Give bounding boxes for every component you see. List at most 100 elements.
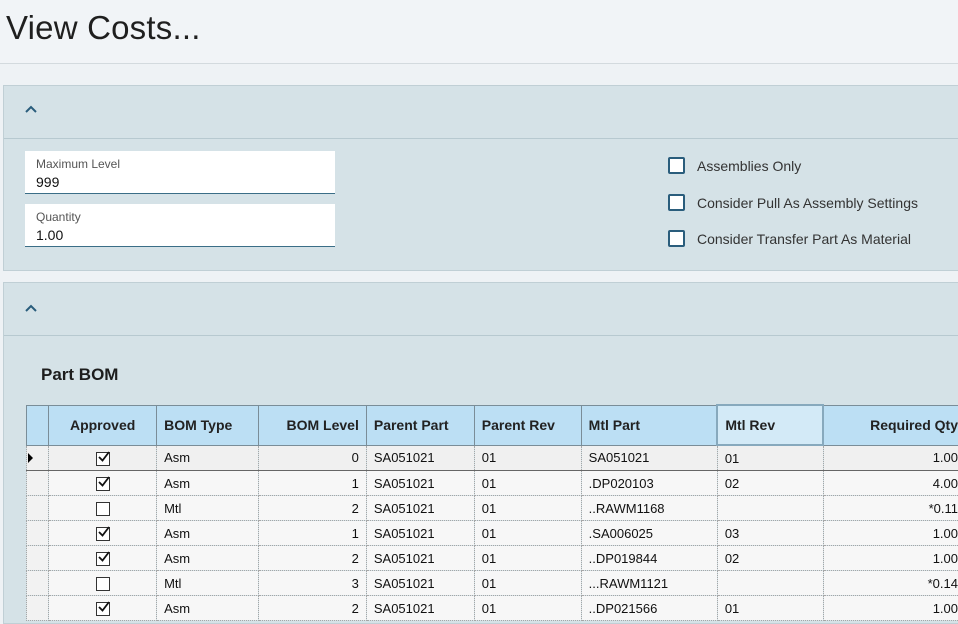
- cell-mtl-rev[interactable]: 02: [717, 471, 823, 496]
- cell-mtl-part[interactable]: ..RAWM1168: [581, 496, 717, 521]
- cell-approved[interactable]: [49, 571, 157, 596]
- checked-checkbox-icon[interactable]: [96, 452, 110, 466]
- table-row[interactable]: Asm2SA05102101..DP019844021.00: [27, 546, 958, 571]
- cell-approved[interactable]: [49, 521, 157, 546]
- table-row[interactable]: Asm0SA05102101SA051021011.00: [27, 445, 958, 471]
- checkbox-box[interactable]: [668, 194, 685, 211]
- cell-parent-part[interactable]: SA051021: [366, 445, 474, 471]
- cell-mtl-part[interactable]: .SA006025: [581, 521, 717, 546]
- cell-bom-type[interactable]: Asm: [157, 521, 259, 546]
- cell-bom-type[interactable]: Asm: [157, 546, 259, 571]
- checked-checkbox-icon[interactable]: [96, 527, 110, 541]
- table-row[interactable]: Asm1SA05102101.DP020103024.00: [27, 471, 958, 496]
- cell-parent-rev[interactable]: 01: [474, 496, 581, 521]
- table-row[interactable]: Asm1SA05102101.SA006025031.00: [27, 521, 958, 546]
- cell-parent-part[interactable]: SA051021: [366, 546, 474, 571]
- unchecked-checkbox-icon[interactable]: [96, 502, 110, 516]
- col-parent-part[interactable]: Parent Part: [366, 405, 474, 445]
- cell-required-qty[interactable]: *0.14: [823, 571, 958, 596]
- consider-transfer-label: Consider Transfer Part As Material: [697, 231, 911, 247]
- cell-parent-part[interactable]: SA051021: [366, 571, 474, 596]
- row-indicator[interactable]: [27, 596, 49, 621]
- maximum-level-value: 999: [36, 174, 59, 190]
- cell-parent-part[interactable]: SA051021: [366, 596, 474, 621]
- grid-body: Asm0SA05102101SA051021011.00Asm1SA051021…: [27, 445, 958, 621]
- checked-checkbox-icon[interactable]: [96, 477, 110, 491]
- part-bom-grid[interactable]: Approved BOM Type BOM Level Parent Part …: [26, 404, 958, 621]
- cell-bom-level[interactable]: 0: [258, 445, 366, 471]
- cell-required-qty[interactable]: 4.00: [823, 471, 958, 496]
- cell-parent-part[interactable]: SA051021: [366, 471, 474, 496]
- row-indicator[interactable]: [27, 571, 49, 596]
- cell-mtl-rev[interactable]: [717, 571, 823, 596]
- cell-parent-rev[interactable]: 01: [474, 596, 581, 621]
- chevron-up-icon[interactable]: [24, 301, 38, 315]
- cell-bom-level[interactable]: 1: [258, 471, 366, 496]
- cell-mtl-rev[interactable]: 02: [717, 546, 823, 571]
- chevron-up-icon[interactable]: [24, 102, 38, 116]
- cell-approved[interactable]: [49, 596, 157, 621]
- cell-bom-type[interactable]: Asm: [157, 596, 259, 621]
- cell-parent-part[interactable]: SA051021: [366, 496, 474, 521]
- cell-mtl-rev[interactable]: 01: [717, 445, 823, 471]
- col-mtl-part[interactable]: Mtl Part: [581, 405, 717, 445]
- cell-bom-type[interactable]: Asm: [157, 445, 259, 471]
- quantity-label: Quantity: [36, 210, 81, 224]
- col-bom-type[interactable]: BOM Type: [157, 405, 259, 445]
- cell-bom-type[interactable]: Mtl: [157, 571, 259, 596]
- row-indicator[interactable]: [27, 546, 49, 571]
- cell-mtl-part[interactable]: ..DP019844: [581, 546, 717, 571]
- cell-required-qty[interactable]: 1.00: [823, 546, 958, 571]
- cell-approved[interactable]: [49, 471, 157, 496]
- cell-bom-level[interactable]: 2: [258, 546, 366, 571]
- row-pointer-icon: [28, 453, 33, 463]
- col-approved[interactable]: Approved: [49, 405, 157, 445]
- row-indicator[interactable]: [27, 471, 49, 496]
- settings-panel-header: [4, 86, 958, 139]
- cell-approved[interactable]: [49, 496, 157, 521]
- col-mtl-rev[interactable]: Mtl Rev: [717, 405, 823, 445]
- row-indicator[interactable]: [27, 521, 49, 546]
- checked-checkbox-icon[interactable]: [96, 552, 110, 566]
- table-row[interactable]: Mtl2SA05102101..RAWM1168 *0.11: [27, 496, 958, 521]
- cell-mtl-part[interactable]: ...RAWM1121: [581, 571, 717, 596]
- row-indicator[interactable]: [27, 445, 49, 471]
- cell-bom-level[interactable]: 3: [258, 571, 366, 596]
- cell-parent-rev[interactable]: 01: [474, 546, 581, 571]
- cell-mtl-part[interactable]: SA051021: [581, 445, 717, 471]
- cell-mtl-part[interactable]: ..DP021566: [581, 596, 717, 621]
- quantity-field[interactable]: Quantity 1.00: [25, 204, 335, 247]
- cell-parent-rev[interactable]: 01: [474, 571, 581, 596]
- row-indicator[interactable]: [27, 496, 49, 521]
- cell-bom-level[interactable]: 2: [258, 596, 366, 621]
- cell-mtl-rev[interactable]: 01: [717, 596, 823, 621]
- cell-required-qty[interactable]: 1.00: [823, 596, 958, 621]
- cell-parent-part[interactable]: SA051021: [366, 521, 474, 546]
- cell-required-qty[interactable]: *0.11: [823, 496, 958, 521]
- cell-parent-rev[interactable]: 01: [474, 445, 581, 471]
- cell-bom-type[interactable]: Asm: [157, 471, 259, 496]
- table-row[interactable]: Mtl3SA05102101...RAWM1121 *0.14: [27, 571, 958, 596]
- checked-checkbox-icon[interactable]: [96, 602, 110, 616]
- cell-bom-type[interactable]: Mtl: [157, 496, 259, 521]
- col-bom-level[interactable]: BOM Level: [258, 405, 366, 445]
- checkbox-box[interactable]: [668, 157, 685, 174]
- cell-mtl-rev[interactable]: [717, 496, 823, 521]
- cell-mtl-part[interactable]: .DP020103: [581, 471, 717, 496]
- cell-approved[interactable]: [49, 546, 157, 571]
- cell-bom-level[interactable]: 2: [258, 496, 366, 521]
- checkbox-box[interactable]: [668, 230, 685, 247]
- cell-required-qty[interactable]: 1.00: [823, 521, 958, 546]
- cell-required-qty[interactable]: 1.00: [823, 445, 958, 471]
- col-parent-rev[interactable]: Parent Rev: [474, 405, 581, 445]
- cell-parent-rev[interactable]: 01: [474, 521, 581, 546]
- cell-parent-rev[interactable]: 01: [474, 471, 581, 496]
- part-bom-title: Part BOM: [41, 365, 118, 385]
- table-row[interactable]: Asm2SA05102101..DP021566011.00: [27, 596, 958, 621]
- cell-mtl-rev[interactable]: 03: [717, 521, 823, 546]
- unchecked-checkbox-icon[interactable]: [96, 577, 110, 591]
- cell-bom-level[interactable]: 1: [258, 521, 366, 546]
- maximum-level-field[interactable]: Maximum Level 999: [25, 151, 335, 194]
- cell-approved[interactable]: [49, 445, 157, 471]
- col-required-qty[interactable]: Required Qty: [823, 405, 958, 445]
